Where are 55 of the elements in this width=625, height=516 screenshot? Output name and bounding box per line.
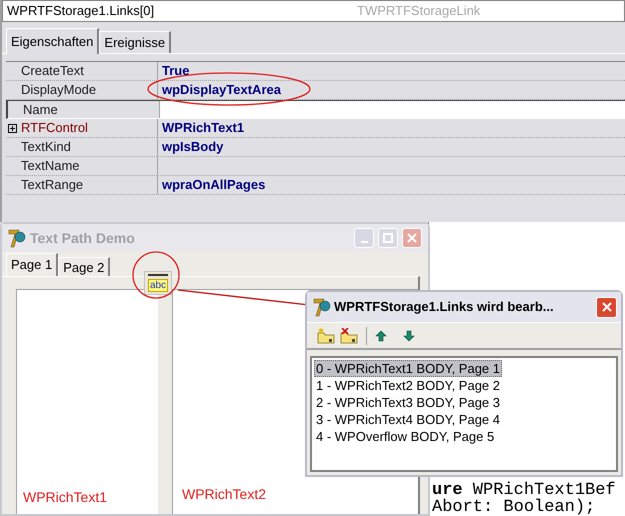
- close-icon: [602, 302, 612, 312]
- property-name-cell[interactable]: TextKind: [6, 138, 158, 156]
- down-arrow-icon[interactable]: [403, 330, 415, 342]
- list-item[interactable]: 1 - WPRichText2 BODY, Page 2: [314, 377, 502, 394]
- property-row[interactable]: TextName: [6, 157, 625, 176]
- page-tab[interactable]: Page 2: [58, 257, 110, 276]
- property-name-cell[interactable]: TextName: [6, 157, 158, 175]
- property-name-cell[interactable]: RTFControl: [6, 119, 158, 137]
- panel-label: WPRichText1: [23, 488, 108, 507]
- property-row[interactable]: DisplayMode wpDisplayTextArea: [6, 81, 625, 100]
- inspector-tab[interactable]: Ereignisse: [99, 31, 172, 53]
- property-name-cell[interactable]: TextRange: [6, 176, 158, 194]
- close-button[interactable]: [596, 296, 617, 318]
- class-name: TWPRTFStorageLink: [357, 2, 480, 20]
- logo-icon: [313, 297, 331, 317]
- close-icon: [407, 233, 417, 243]
- property-value: WPRichText1: [162, 119, 244, 138]
- list-item[interactable]: 4 - WPOverflow BODY, Page 5: [314, 428, 496, 445]
- property-value: wpDisplayTextArea: [162, 81, 281, 100]
- property-name[interactable]: Name: [21, 100, 60, 120]
- annotation-circle: [132, 251, 180, 299]
- code-line: ure WPRichText1Bef: [431, 482, 617, 499]
- property-row[interactable]: RTFControl WPRichText1: [6, 119, 625, 138]
- property-value: wpIsBody: [162, 138, 224, 156]
- up-arrow-icon[interactable]: [375, 330, 387, 342]
- window-title: Text Path Demo: [30, 228, 136, 248]
- dialog-title: WPRTFStorage1.Links wird bearb...: [334, 298, 555, 316]
- expand-icon[interactable]: [8, 124, 17, 132]
- property-row[interactable]: TextKind wpIsBody: [6, 138, 625, 157]
- property-value: True: [162, 62, 190, 80]
- property-row[interactable]: TextRange wpraOnAllPages: [6, 176, 625, 195]
- code-line: Abort: Boolean);: [431, 499, 596, 516]
- object-name: WPRTFStorage1.Links[0]: [7, 2, 156, 20]
- new-folder-icon[interactable]: [317, 328, 335, 344]
- property-name[interactable]: CreateText: [19, 61, 86, 81]
- list-item[interactable]: 2 - WPRichText3 BODY, Page 3: [314, 394, 502, 411]
- page-tab[interactable]: Page 1: [6, 253, 58, 276]
- property-value: wpraOnAllPages: [162, 176, 266, 194]
- delete-folder-icon[interactable]: [340, 328, 358, 344]
- property-row[interactable]: Name: [6, 100, 625, 119]
- list-item[interactable]: 3 - WPRichText4 BODY, Page 4: [314, 411, 502, 428]
- property-name[interactable]: DisplayMode: [19, 80, 98, 100]
- logo-icon: [8, 228, 26, 248]
- property-name[interactable]: RTFControl: [19, 118, 90, 138]
- list-item[interactable]: 0 - WPRichText1 BODY, Page 1: [314, 360, 502, 377]
- inspector-tab[interactable]: Eigenschaften: [6, 28, 100, 54]
- panel-label: WPRichText2: [182, 485, 266, 504]
- property-row[interactable]: CreateText True: [6, 62, 625, 81]
- property-name-cell[interactable]: CreateText: [6, 62, 158, 80]
- property-name[interactable]: TextRange: [19, 175, 86, 195]
- property-name[interactable]: TextKind: [19, 137, 73, 157]
- property-name[interactable]: TextName: [19, 156, 82, 176]
- object-selector[interactable]: WPRTFStorage1.Links[0] TWPRTFStorageLink: [2, 0, 625, 22]
- property-name-cell[interactable]: DisplayMode: [6, 81, 158, 99]
- component-icon[interactable]: abc: [144, 271, 172, 295]
